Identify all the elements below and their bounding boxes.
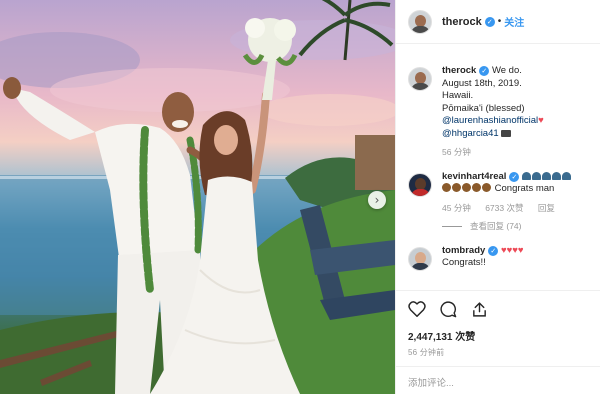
caption-line-1: We do. — [491, 65, 522, 76]
header-separator: • — [497, 16, 502, 27]
face-emoji-icon — [452, 183, 461, 192]
heart-icon[interactable] — [408, 301, 426, 317]
header-username[interactable]: therock — [442, 16, 482, 28]
caption-line-2: August 18th, 2019. — [442, 77, 522, 89]
verified-badge-icon: ✓ — [484, 16, 495, 27]
post-header: therock ✓ • 关注 — [396, 0, 600, 44]
wedding-photo-illustration — [0, 0, 395, 394]
caption-line-4: Pōmaika'i (blessed) — [442, 102, 525, 114]
verified-badge-icon: ✓ — [479, 66, 490, 76]
face-emoji-icon — [462, 183, 471, 192]
mention-hhgarcia41[interactable]: @hhgarcia41 — [442, 128, 499, 139]
comment-text: tombrady ✓ ♥♥♥♥ Congrats!! — [442, 245, 592, 271]
post-time: 56 分钟前 — [408, 348, 445, 357]
skull-emoji-icon — [532, 171, 542, 180]
comment-username[interactable]: tombrady — [442, 245, 485, 256]
skull-emoji-icon — [542, 171, 552, 180]
comment-username[interactable]: kevinhart4real — [442, 171, 506, 182]
reply-button[interactable]: 回复 — [538, 203, 555, 213]
skull-emoji-icon — [562, 171, 572, 180]
comment-likes[interactable]: 6733 次赞 — [485, 203, 523, 213]
action-icons — [408, 301, 588, 319]
add-comment-input[interactable]: 添加评论... — [396, 366, 600, 394]
caption-text: therock ✓ We do. August 18th, 2019. Hawai… — [442, 65, 592, 159]
skull-emoji-icon — [552, 171, 562, 180]
face-emoji-icon — [442, 183, 451, 192]
therock-avatar[interactable] — [408, 9, 432, 34]
share-icon[interactable] — [471, 301, 488, 318]
red-heart-emoji-icon: ♥♥♥♥ — [500, 244, 524, 256]
view-replies-link[interactable]: 查看回复 (74) — [442, 220, 592, 233]
camera-emoji-icon — [500, 129, 511, 137]
face-emoji-icon — [472, 183, 481, 192]
caption-time[interactable]: 56 分钟 — [442, 147, 471, 157]
comments-list[interactable]: therock ✓ We do. August 18th, 2019. Hawai… — [396, 45, 600, 285]
caption-line-3: Hawaii. — [442, 90, 474, 101]
therock-caption-avatar[interactable] — [408, 67, 432, 91]
kevinhart4real-avatar[interactable] — [408, 172, 432, 197]
mention-laurenhashianofficial[interactable]: @laurenhashianofficial — [442, 115, 538, 126]
caption-meta: 56 分钟 — [442, 146, 592, 159]
tombrady-avatar[interactable] — [408, 246, 432, 271]
comment-body: Congrats man — [494, 183, 555, 194]
skull-emoji-icon — [522, 171, 532, 180]
post-actions: 2,447,131 次赞 56 分钟前 — [396, 290, 600, 358]
caption-row: therock ✓ We do. August 18th, 2019. Hawai… — [396, 65, 600, 159]
comment-meta: 45 分钟 6733 次赞 回复 — [442, 202, 592, 215]
post-photo[interactable]: › — [0, 0, 395, 394]
likes-count[interactable]: 2,447,131 次赞 — [408, 328, 588, 343]
verified-badge-icon: ✓ — [488, 245, 499, 256]
comment-time[interactable]: 45 分钟 — [442, 203, 471, 213]
comment-row: tombrady ✓ ♥♥♥♥ Congrats!! — [396, 245, 600, 271]
next-photo-arrow-icon[interactable]: › — [368, 191, 386, 209]
comment-row: kevinhart4real ✓ Congrats man 45 分钟 6733 … — [396, 171, 600, 233]
red-heart-emoji-icon: ♥ — [538, 115, 544, 126]
follow-button[interactable]: 关注 — [504, 14, 524, 29]
verified-badge-icon: ✓ — [509, 171, 520, 182]
post-side-panel: therock ✓ • 关注 therock ✓ We do. August 18… — [395, 0, 600, 394]
comment-body: Congrats!! — [442, 257, 486, 268]
caption-username[interactable]: therock — [442, 65, 476, 76]
view-replies-label: 查看回复 (74) — [470, 221, 522, 231]
face-emoji-icon — [482, 183, 491, 192]
comment-text: kevinhart4real ✓ Congrats man 45 分钟 6733 … — [442, 171, 592, 233]
comment-icon[interactable] — [440, 301, 457, 318]
